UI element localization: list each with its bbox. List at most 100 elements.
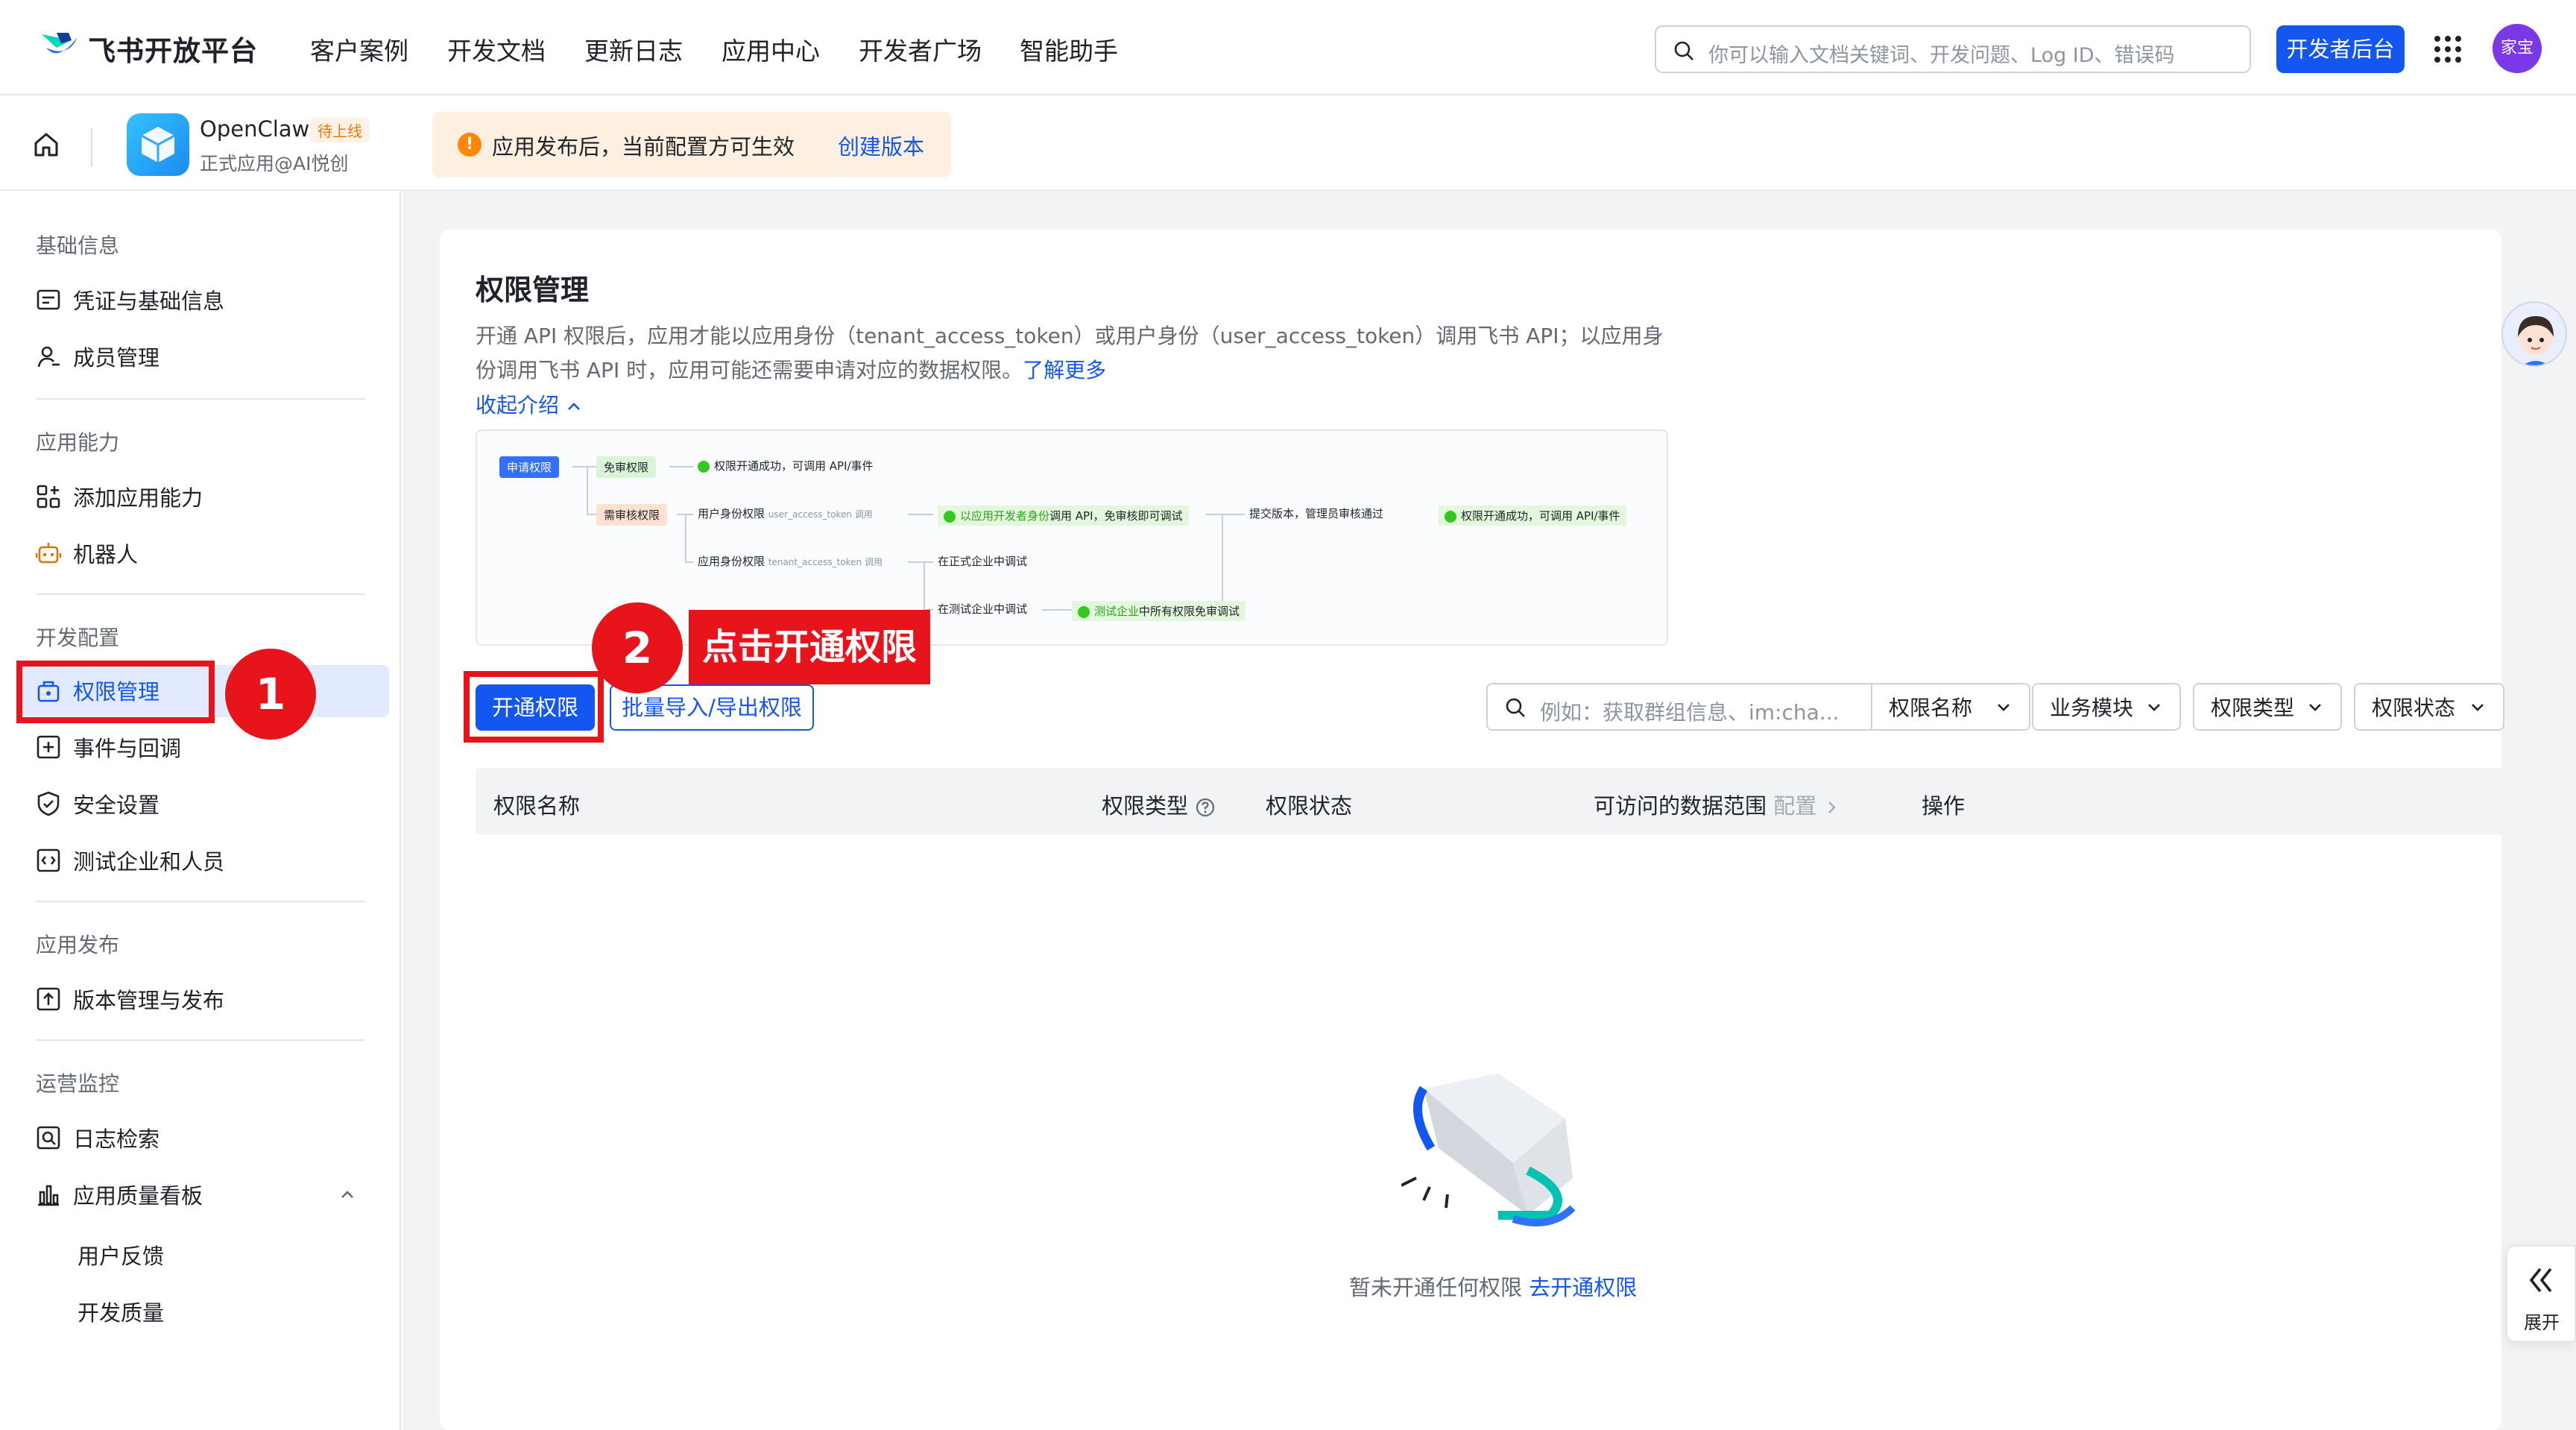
column-header-actions: 操作 [1922,793,1966,819]
filter-status-select[interactable]: 权限状态 [2354,683,2504,731]
chevron-up-icon[interactable] [338,1185,356,1203]
expand-panel-button[interactable]: 展开 [2506,1245,2576,1342]
sidebar-section-dev-config: 开发配置 [36,626,120,650]
sidebar-item-logs[interactable]: 日志检索 [36,1117,160,1159]
divider [36,901,365,902]
flow-dev-debug: 以应用开发者身份调用 API，免审核即可调试 [938,505,1189,526]
sidebar-item-label: 版本管理与发布 [73,988,225,1013]
sidebar-item-events[interactable]: 事件与回调 [36,726,181,768]
go-open-permission-link[interactable]: 去开通权限 [1529,1275,1637,1300]
user-avatar[interactable]: 家宝 [2493,24,2542,73]
feishu-logo-icon[interactable] [39,30,80,63]
assistant-avatar[interactable] [2501,301,2567,367]
sidebar-item-quality[interactable]: 应用质量看板 [36,1174,368,1215]
empty-box-illustration [1401,1074,1576,1226]
nav-assistant[interactable]: 智能助手 [1020,31,1118,67]
app-header-bar [0,95,2576,191]
chevron-down-icon [2309,704,2321,711]
brand-name[interactable]: 飞书开放平台 [88,28,258,69]
sidebar-subitem-dev-quality[interactable]: 开发质量 [78,1296,164,1327]
sidebar-item-label: 日志检索 [73,1127,160,1152]
add-capability-icon [37,485,60,508]
credential-card-icon [37,289,60,310]
sidebar-item-label: 添加应用能力 [73,485,203,511]
collapse-intro-toggle[interactable]: 收起介绍 [476,389,582,419]
flow-review: 需审核权限 [596,504,668,526]
column-header-scope: 可访问的数据范围 配置 [1594,789,1840,820]
chevron-down-icon [2472,704,2484,711]
developer-console-button[interactable]: 开发者后台 [2276,25,2405,73]
sidebar-item-versions[interactable]: 版本管理与发布 [36,978,224,1020]
chevron-down-icon [1998,704,2010,711]
create-version-link[interactable]: 创建版本 [838,130,924,161]
filter-type-select[interactable]: 权限类型 [2193,683,2342,731]
annotation-box-permissions [16,661,215,723]
help-circle-icon[interactable] [1195,797,1216,818]
learn-more-link[interactable]: 了解更多 [1023,358,1106,382]
status-badge: 待上线 [310,118,370,142]
sidebar-item-label: 凭证与基础信息 [73,289,225,314]
nav-changelog[interactable]: 更新日志 [584,31,683,67]
divider [36,398,365,400]
column-header-type: 权限类型 [1102,789,1216,820]
flow-free: 免审权限 [596,456,657,478]
global-search-input[interactable]: 你可以输入文档关键词、开发问题、Log ID、错误码 [1655,25,2251,73]
sidebar-item-label: 应用质量看板 [73,1183,203,1209]
annotation-step-2: 2 [592,602,683,693]
page-description: 开通 API 权限后，应用才能以应用身份（tenant_access_token… [476,319,1668,388]
flow-submit: 提交版本，管理员审核通过 [1249,507,1384,520]
robot-icon [36,543,61,564]
annotation-box-open-button [464,671,604,743]
nav-developer-plaza[interactable]: 开发者广场 [859,31,982,67]
sidebar-section-basic: 基础信息 [36,233,120,258]
publish-notice: ! 应用发布后，当前配置方可生效 创建版本 [432,112,951,177]
sidebar-item-label: 事件与回调 [73,736,182,761]
divider [91,128,92,167]
shield-icon [37,791,60,816]
filter-field-select[interactable]: 权限名称 [1871,683,2030,731]
sidebar-item-add-capability[interactable]: 添加应用能力 [36,476,203,517]
configure-link[interactable]: 配置 [1773,793,1816,819]
chevron-up-icon [568,403,580,410]
sidebar-item-label: 安全设置 [73,793,160,818]
warning-icon: ! [458,133,482,157]
upload-icon [37,987,60,1011]
select-value: 权限类型 [2211,696,2295,720]
search-icon [1674,41,1693,60]
cube-icon [141,127,175,163]
sidebar-item-label: 测试企业和人员 [73,849,225,875]
sidebar-section-monitor: 运营监控 [36,1071,120,1096]
code-box-icon [37,848,60,872]
sidebar-item-test-tenant[interactable]: 测试企业和人员 [36,840,224,881]
flow-prod-debug: 在正式企业中调试 [938,555,1028,568]
collapse-label: 收起介绍 [476,393,560,418]
nav-app-center[interactable]: 应用中心 [722,31,820,67]
divider [36,1039,365,1041]
sidebar-item-label: 机器人 [73,542,139,567]
nav-customer-cases[interactable]: 客户案例 [310,31,408,67]
annotation-step-1: 1 [225,649,316,740]
column-header-status: 权限状态 [1266,793,1353,819]
flow-final-result: 权限开通成功，可调用 API/事件 [1439,505,1626,526]
table-header [476,768,2504,835]
flow-app-identity: 应用身份权限 tenant_access_token 调用 [698,555,883,568]
sidebar-item-members[interactable]: 成员管理 [36,336,160,377]
select-value: 业务模块 [2050,696,2134,720]
member-icon [37,346,60,368]
sidebar-item-security[interactable]: 安全设置 [36,783,160,825]
filter-module-select[interactable]: 业务模块 [2032,683,2181,731]
flow-test-debug: 在测试企业中调试 [938,602,1028,616]
app-grid-icon[interactable] [2433,34,2463,64]
flow-apply: 申请权限 [499,456,560,478]
sidebar-item-credentials[interactable]: 凭证与基础信息 [36,279,224,321]
bar-chart-icon [38,1185,59,1206]
event-plus-icon [37,735,60,759]
home-icon[interactable] [31,130,61,160]
notice-text: 应用发布后，当前配置方可生效 [492,134,795,160]
nav-dev-docs[interactable]: 开发文档 [447,31,546,67]
sidebar-section-capability: 应用能力 [36,430,120,455]
sidebar-subitem-feedback[interactable]: 用户反馈 [78,1239,164,1270]
sidebar-item-bot[interactable]: 机器人 [36,532,138,574]
chevron-down-icon [2148,704,2160,711]
permission-search-input[interactable]: 例如：获取群组信息、im:cha... [1486,683,1872,731]
